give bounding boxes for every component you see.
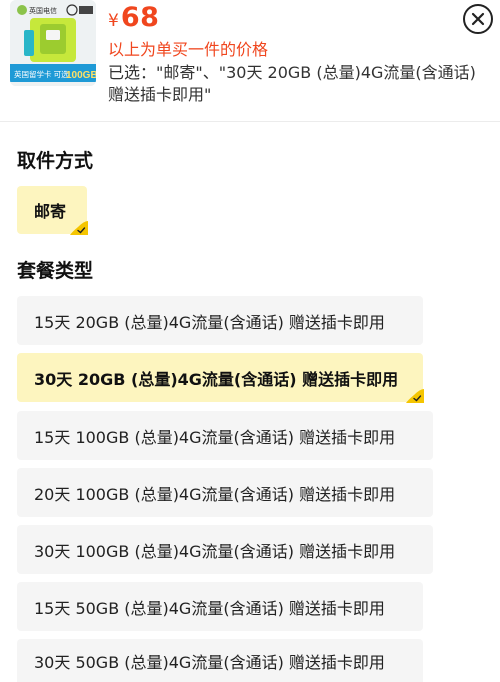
currency-symbol: ¥ xyxy=(108,11,119,31)
plan-option[interactable]: 20天 100GB (总量)4G流量(含通话) 赠送插卡即用 xyxy=(17,468,433,517)
close-button[interactable] xyxy=(463,4,493,34)
thumbnail-caption: 英国留学卡 可选 xyxy=(14,69,69,79)
option-label: 邮寄 xyxy=(34,202,67,221)
plan-option-selected[interactable]: 30天 20GB (总量)4G流量(含通话) 赠送插卡即用 xyxy=(17,353,424,403)
delivery-option-mail[interactable]: 邮寄 xyxy=(17,186,88,235)
option-label: 30天 50GB (总量)4G流量(含通话) 赠送插卡即用 xyxy=(34,652,385,672)
option-label: 20天 100GB (总量)4G流量(含通话) 赠送插卡即用 xyxy=(34,484,396,504)
plan-option[interactable]: 15天 50GB (总量)4G流量(含通话) 赠送插卡即用 xyxy=(17,582,423,631)
option-label: 15天 100GB (总量)4G流量(含通话) 赠送插卡即用 xyxy=(34,427,396,447)
thumbnail-caption-highlight: 100GB xyxy=(66,70,96,81)
plan-option[interactable]: 15天 100GB (总量)4G流量(含通话) 赠送插卡即用 xyxy=(17,411,433,460)
check-icon xyxy=(406,389,424,403)
price: ¥ 68 xyxy=(108,2,159,36)
option-label: 15天 20GB (总量)4G流量(含通话) 赠送插卡即用 xyxy=(34,312,385,332)
product-thumbnail: 英国电信 英国留学卡 可选 100GB xyxy=(10,0,96,86)
option-label: 30天 100GB (总量)4G流量(含通话) 赠送插卡即用 xyxy=(34,541,396,561)
close-icon xyxy=(471,12,485,26)
delivery-section-title: 取件方式 xyxy=(17,150,94,172)
product-summary-header: 英国电信 英国留学卡 可选 100GB ¥ 68 以上为单买一件的价格 已选："… xyxy=(0,0,500,122)
plan-section-title: 套餐类型 xyxy=(17,260,94,282)
price-value: 68 xyxy=(120,2,160,33)
option-label: 15天 50GB (总量)4G流量(含通话) 赠送插卡即用 xyxy=(34,598,385,618)
option-label: 30天 20GB (总量)4G流量(含通话) 赠送插卡即用 xyxy=(34,369,399,389)
plan-option[interactable]: 30天 50GB (总量)4G流量(含通话) 赠送插卡即用 xyxy=(17,639,423,682)
plan-option[interactable]: 15天 20GB (总量)4G流量(含通话) 赠送插卡即用 xyxy=(17,296,423,345)
svg-text:英国电信: 英国电信 xyxy=(29,6,57,15)
selected-summary: 已选："邮寄"、"30天 20GB (总量)4G流量(含通话) 赠送插卡即用" xyxy=(108,63,476,104)
plan-option[interactable]: 30天 100GB (总量)4G流量(含通话) 赠送插卡即用 xyxy=(17,525,433,574)
check-icon xyxy=(70,221,88,235)
price-note: 以上为单买一件的价格 xyxy=(108,40,269,59)
